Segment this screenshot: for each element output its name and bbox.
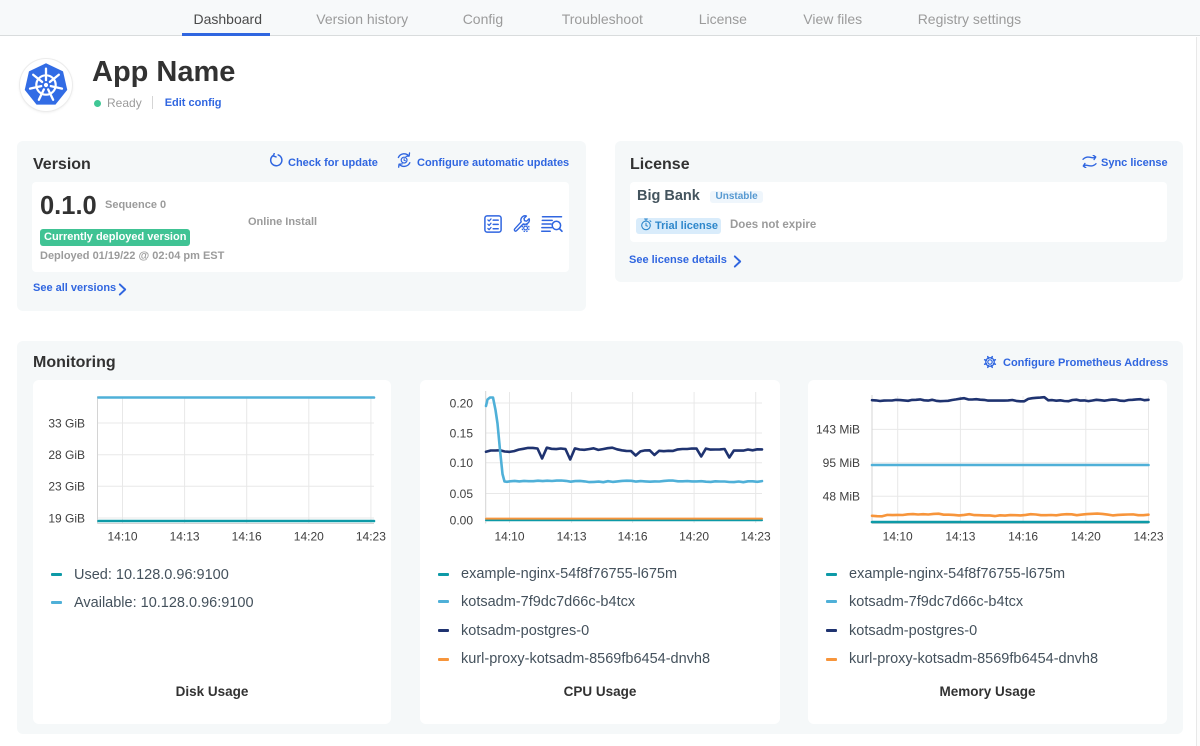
svg-text:143 MiB: 143 MiB <box>816 423 860 437</box>
svg-text:0.10: 0.10 <box>450 456 474 470</box>
svg-text:14:13: 14:13 <box>945 530 975 544</box>
svg-text:48 MiB: 48 MiB <box>823 490 860 504</box>
svg-text:14:23: 14:23 <box>741 530 771 544</box>
svg-text:14:16: 14:16 <box>232 530 262 544</box>
svg-text:0.15: 0.15 <box>450 426 474 440</box>
svg-text:14:10: 14:10 <box>494 530 524 544</box>
svg-text:95 MiB: 95 MiB <box>823 456 860 470</box>
svg-text:14:20: 14:20 <box>294 530 324 544</box>
svg-text:14:16: 14:16 <box>1008 530 1038 544</box>
svg-text:0.00: 0.00 <box>450 514 474 528</box>
svg-text:0.20: 0.20 <box>450 396 474 410</box>
svg-text:28 GiB: 28 GiB <box>48 448 85 462</box>
svg-text:23 GiB: 23 GiB <box>48 480 85 494</box>
svg-text:14:16: 14:16 <box>618 530 648 544</box>
svg-text:14:20: 14:20 <box>1071 530 1101 544</box>
svg-text:0.05: 0.05 <box>450 487 474 501</box>
svg-text:14:10: 14:10 <box>883 530 913 544</box>
svg-text:14:13: 14:13 <box>557 530 587 544</box>
svg-text:14:23: 14:23 <box>1133 530 1163 544</box>
svg-text:33 GiB: 33 GiB <box>48 416 85 430</box>
svg-text:19 GiB: 19 GiB <box>48 511 85 525</box>
svg-text:14:20: 14:20 <box>679 530 709 544</box>
svg-text:14:13: 14:13 <box>170 530 200 544</box>
svg-text:14:23: 14:23 <box>356 530 386 544</box>
svg-text:14:10: 14:10 <box>107 530 137 544</box>
